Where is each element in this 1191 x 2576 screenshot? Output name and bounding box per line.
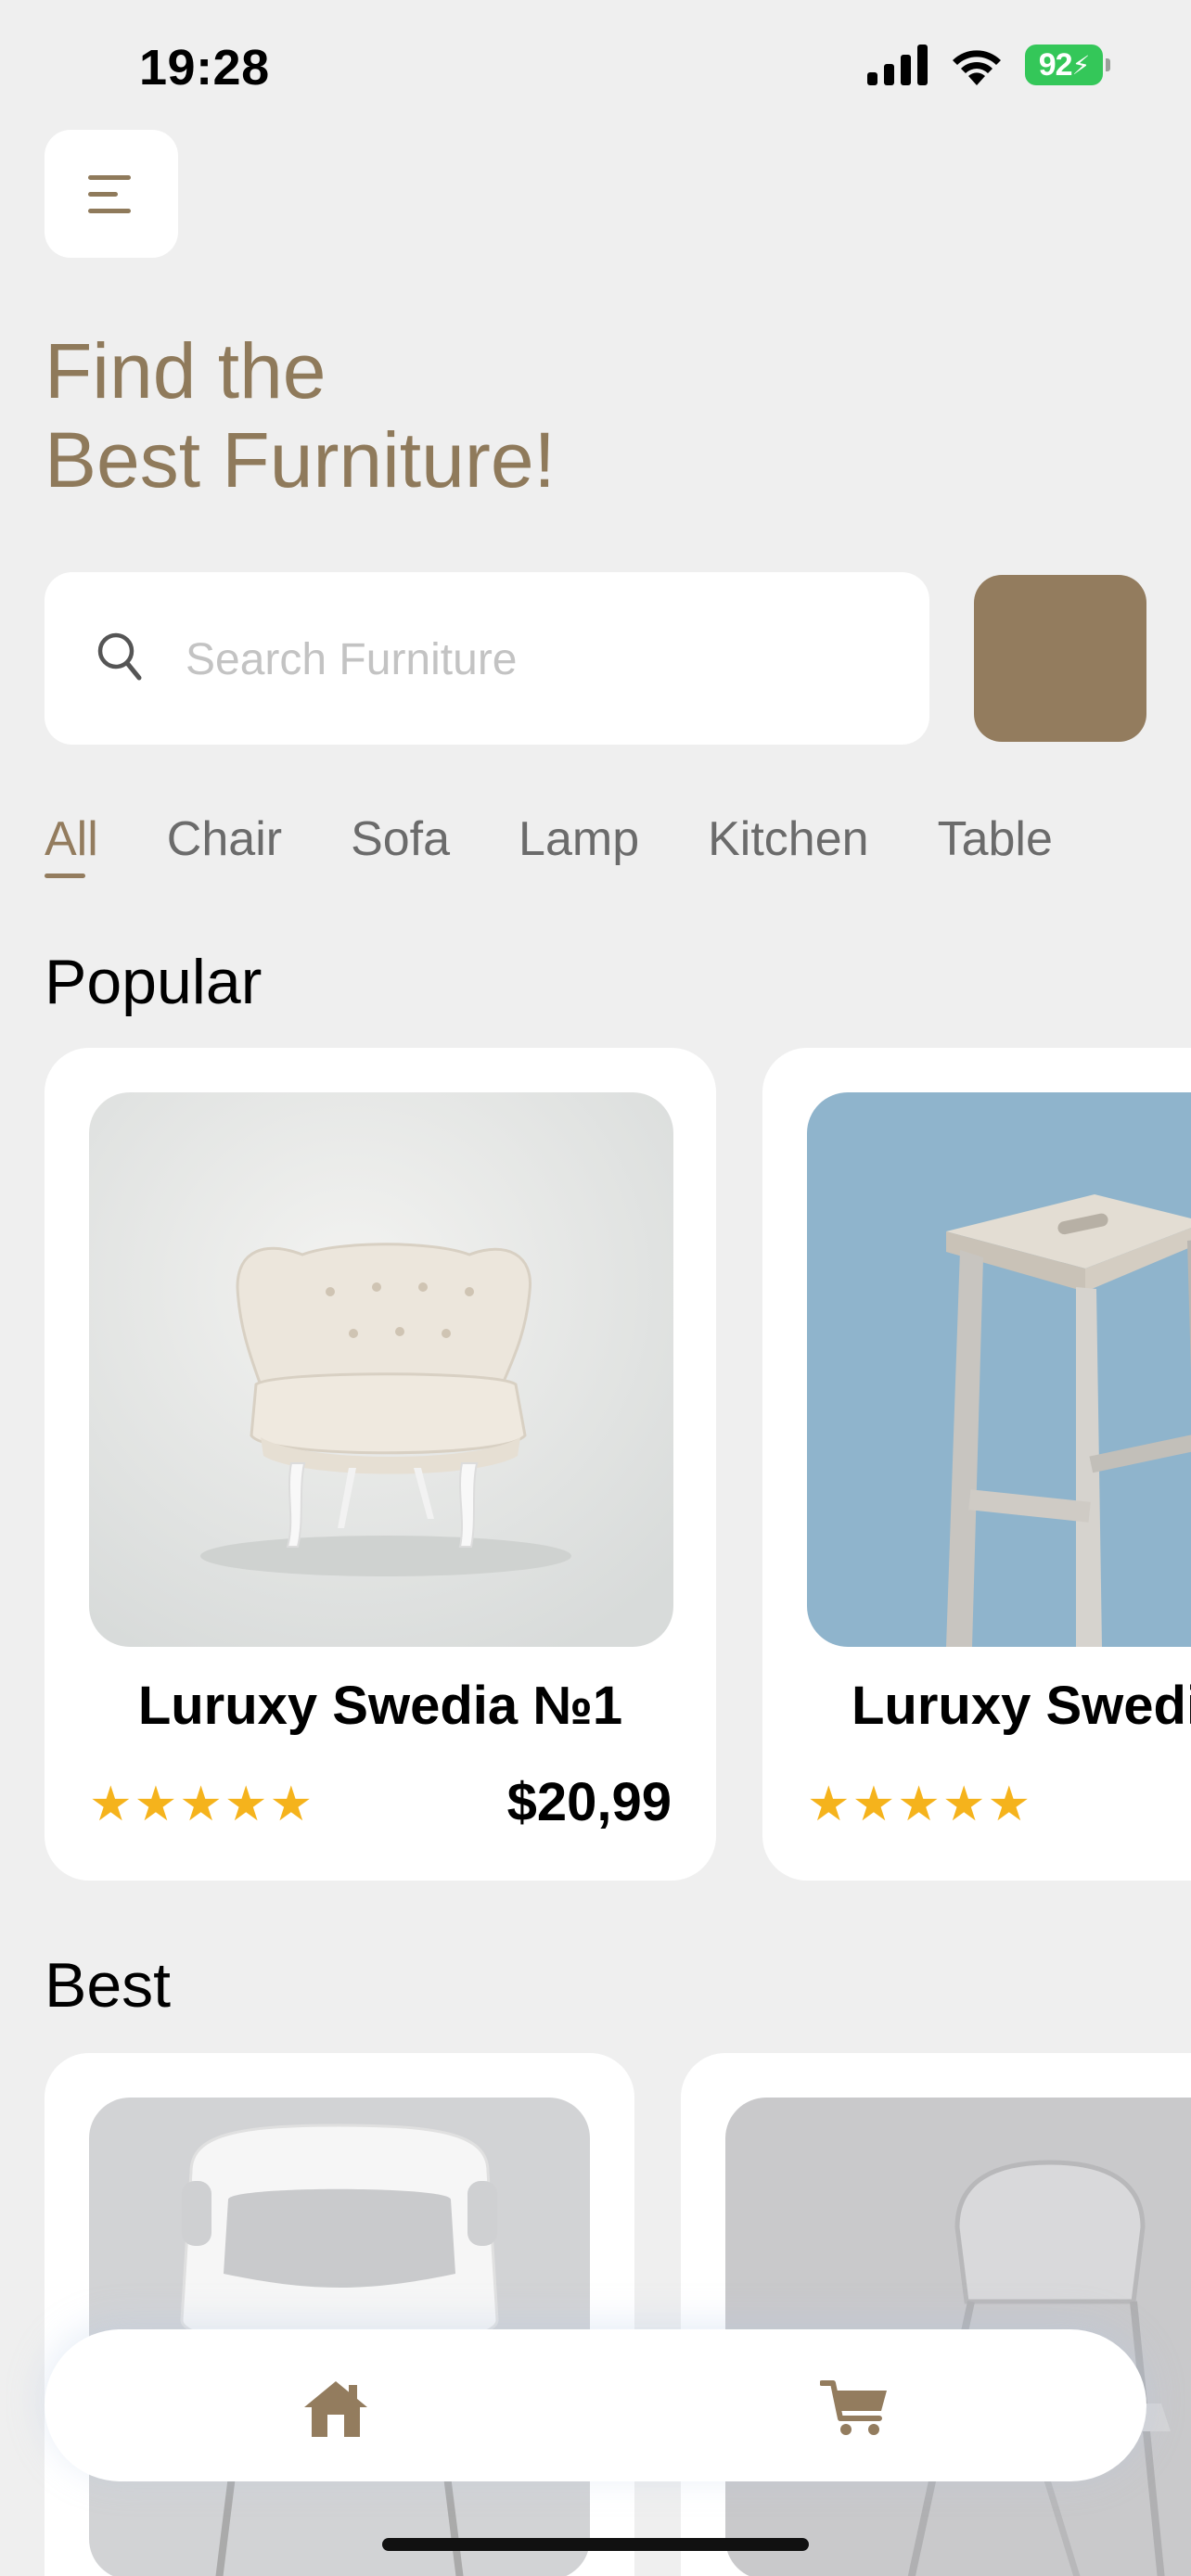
search-input[interactable]	[186, 622, 890, 696]
tab-sofa[interactable]: Sofa	[351, 811, 450, 867]
wifi-icon	[953, 50, 1001, 85]
tab-all[interactable]: All	[45, 811, 98, 878]
search-bar[interactable]	[45, 572, 929, 745]
home-indicator	[382, 2538, 809, 2551]
section-title-best: Best	[45, 1950, 172, 2021]
product-image-stool	[807, 1092, 1191, 1647]
menu-icon	[88, 175, 131, 213]
page-title: Find the Best Furniture!	[45, 326, 556, 504]
signal-icon	[867, 45, 928, 85]
battery-level: 92	[1038, 46, 1073, 83]
section-title-popular: Popular	[45, 947, 263, 1017]
status-icons: 92 ⚡	[867, 45, 1110, 85]
battery-icon: 92 ⚡	[1025, 45, 1110, 85]
product-card[interactable]: Luruxy Swedia ★★★★★	[762, 1048, 1191, 1881]
category-tabs: All Chair Sofa Lamp Kitchen Table	[45, 811, 1053, 878]
product-card[interactable]	[681, 2053, 1191, 2576]
cart-icon[interactable]	[820, 2378, 890, 2439]
page-title-line1: Find the	[45, 327, 327, 414]
tab-lamp[interactable]: Lamp	[519, 811, 639, 867]
home-icon[interactable]	[301, 2378, 371, 2439]
status-time: 19:28	[139, 40, 270, 96]
status-bar: 19:28 92 ⚡	[0, 0, 1191, 139]
filter-button[interactable]	[974, 575, 1146, 742]
product-image-armchair	[89, 1092, 673, 1647]
page-title-line2: Best Furniture!	[45, 416, 556, 504]
rating-stars: ★★★★★	[89, 1778, 315, 1831]
search-icon	[97, 632, 142, 681]
product-name: Luruxy Swedia №1	[137, 1676, 623, 1736]
tab-chair[interactable]: Chair	[167, 811, 282, 867]
product-card[interactable]	[45, 2053, 634, 2576]
product-card[interactable]: Luruxy Swedia №1 ★★★★★ $20,99	[45, 1048, 716, 1881]
menu-button[interactable]	[45, 130, 178, 258]
tab-kitchen[interactable]: Kitchen	[708, 811, 868, 867]
bottom-nav	[45, 2329, 1146, 2481]
rating-stars: ★★★★★	[807, 1778, 1033, 1831]
product-price: $20,99	[506, 1772, 672, 1832]
tab-table[interactable]: Table	[938, 811, 1053, 867]
product-name: Luruxy Swedia	[852, 1676, 1191, 1736]
